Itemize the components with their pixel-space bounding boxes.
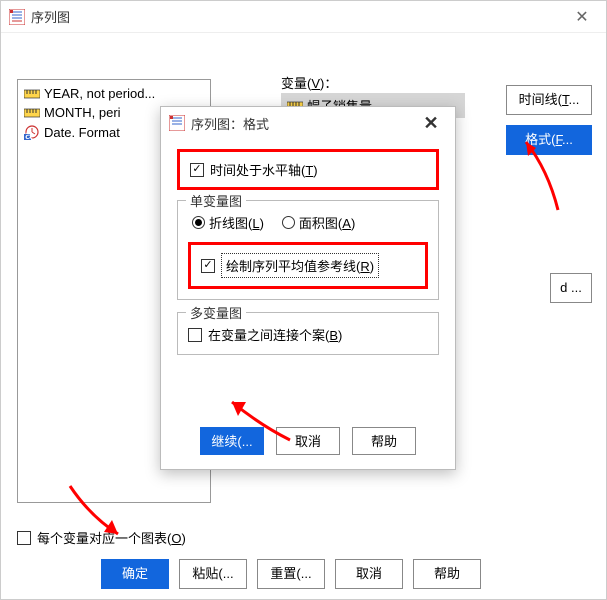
chart-grid-icon <box>9 9 25 25</box>
format-button[interactable]: 格式(F... <box>506 125 592 155</box>
list-item-label: Date. Format <box>44 125 120 140</box>
time-on-horizontal-checkbox[interactable]: ✓ 时间处于水平轴(T) <box>190 160 426 179</box>
main-titlebar: 序列图 ✕ <box>1 1 606 33</box>
checkbox-label: 时间处于水平轴(T) <box>210 160 318 179</box>
radio-label: 折线图(L) <box>209 213 264 232</box>
list-item-label: MONTH, peri <box>44 105 121 120</box>
checkbox-label: 绘制序列平均值参考线(R) <box>221 253 379 278</box>
modal-titlebar: 序列图：格式 ✕ <box>161 107 455 139</box>
checkbox-checked-icon: ✓ <box>201 259 215 273</box>
single-variable-group: 单变量图 折线图(L) 面积图(A) ✓ <box>177 200 439 300</box>
radio-line-chart[interactable]: 折线图(L) <box>192 213 264 232</box>
modal-help-button[interactable]: 帮助 <box>352 427 416 455</box>
cancel-button[interactable]: 取消 <box>335 559 403 589</box>
scale-icon <box>24 88 40 100</box>
chart-type-radios: 折线图(L) 面积图(A) <box>188 213 428 232</box>
format-dialog: 序列图：格式 ✕ ✓ 时间处于水平轴(T) 单变量图 折线图(L) <box>160 106 456 470</box>
checkbox-checked-icon: ✓ <box>190 163 204 177</box>
group-title: 单变量图 <box>186 191 246 210</box>
reference-line-checkbox[interactable]: ✓ 绘制序列平均值参考线(R) <box>201 253 415 278</box>
multi-variable-group: 多变量图 在变量之间连接个案(B) <box>177 312 439 355</box>
checkbox-icon <box>188 328 202 342</box>
modal-title-text: 序列图：格式 <box>191 114 415 133</box>
radio-checked-icon <box>192 216 205 229</box>
variables-label: 变量(V)： <box>281 73 337 92</box>
radio-label: 面积图(A) <box>299 213 355 232</box>
one-chart-per-var-checkbox[interactable]: 每个变量对应一个图表(O) <box>17 528 186 547</box>
checkbox-label: 每个变量对应一个图表(O) <box>37 528 186 547</box>
reset-button[interactable]: 重置(... <box>257 559 325 589</box>
radio-area-chart[interactable]: 面积图(A) <box>282 213 355 232</box>
help-button[interactable]: 帮助 <box>413 559 481 589</box>
side-button-group: 时间线(T... 格式(F... <box>506 85 592 155</box>
main-title: 序列图 <box>31 7 566 26</box>
main-button-bar: 确定 粘贴(... 重置(... 取消 帮助 <box>101 559 481 589</box>
scale-icon <box>24 107 40 119</box>
ok-button[interactable]: 确定 <box>101 559 169 589</box>
svg-text:a: a <box>25 127 33 140</box>
modal-body: ✓ 时间处于水平轴(T) 单变量图 折线图(L) 面积图(A) <box>161 139 455 469</box>
connect-cases-checkbox[interactable]: 在变量之间连接个案(B) <box>188 325 428 344</box>
list-item[interactable]: YEAR, not period... <box>20 84 208 103</box>
date-icon: a <box>24 124 40 140</box>
period-truncated-button[interactable]: d ... <box>550 273 592 303</box>
annotation-highlight: ✓ 绘制序列平均值参考线(R) <box>188 242 428 289</box>
group-title: 多变量图 <box>186 303 246 322</box>
main-close-button[interactable]: ✕ <box>566 7 598 27</box>
paste-button[interactable]: 粘贴(... <box>179 559 247 589</box>
annotation-highlight: ✓ 时间处于水平轴(T) <box>177 149 439 190</box>
checkbox-label: 在变量之间连接个案(B) <box>208 325 342 344</box>
checkbox-icon <box>17 531 31 545</box>
modal-close-button[interactable]: ✕ <box>415 113 447 134</box>
radio-unchecked-icon <box>282 216 295 229</box>
continue-button[interactable]: 继续(... <box>200 427 264 455</box>
timeline-button[interactable]: 时间线(T... <box>506 85 592 115</box>
list-item-label: YEAR, not period... <box>44 86 155 101</box>
chart-grid-icon <box>169 115 185 131</box>
modal-button-bar: 继续(... 取消 帮助 <box>161 427 455 455</box>
modal-cancel-button[interactable]: 取消 <box>276 427 340 455</box>
